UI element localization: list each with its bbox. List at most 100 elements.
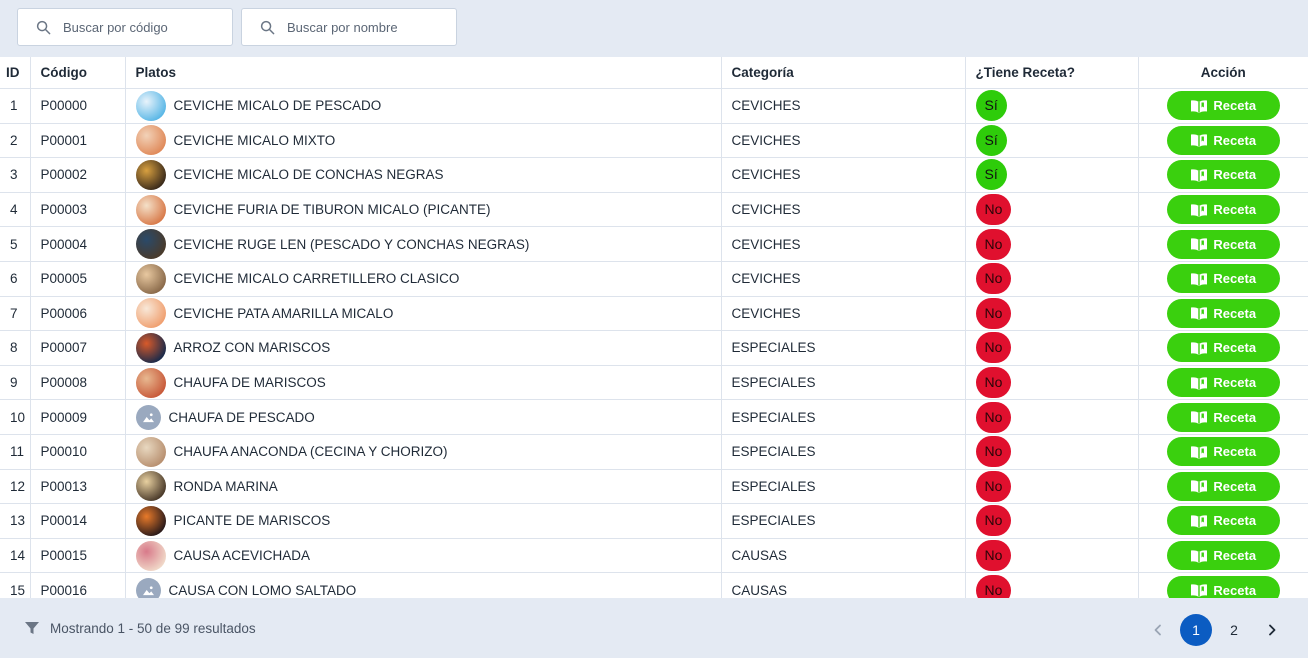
table-row[interactable]: 5 P00004 CEVICHE RUGE LEN (PESCADO Y CON… xyxy=(0,226,1308,262)
filter-icon[interactable] xyxy=(24,620,40,636)
recipe-button-label: Receta xyxy=(1213,236,1257,252)
recipe-button-label: Receta xyxy=(1213,167,1257,183)
recipe-button[interactable]: Receta xyxy=(1166,160,1280,190)
cell-category: CEVICHES xyxy=(721,261,966,297)
search-by-code-field[interactable] xyxy=(17,8,233,46)
cell-id: 6 xyxy=(0,261,31,297)
header-plato[interactable]: Platos xyxy=(125,57,722,89)
prev-page-button[interactable] xyxy=(1142,614,1174,646)
search-code-input[interactable] xyxy=(61,18,215,36)
cell-category: CEVICHES xyxy=(721,226,966,262)
cell-action: Receta xyxy=(1138,123,1308,159)
cell-category: ESPECIALES xyxy=(721,330,966,366)
table-header-row: ID Código Platos Categoría ¿Tiene Receta… xyxy=(0,57,1308,89)
table-row[interactable]: 15 P00016 CAUSA CON LOMO SALTADO CAUSAS … xyxy=(0,572,1308,598)
cell-category: CAUSAS xyxy=(721,572,966,598)
recipe-button-label: Receta xyxy=(1213,202,1257,218)
cell-category: ESPECIALES xyxy=(721,399,966,435)
table-row[interactable]: 6 P00005 CEVICHE MICALO CARRETILLERO CLA… xyxy=(0,261,1308,297)
cell-has-recipe: No xyxy=(965,261,1139,297)
recipe-button[interactable]: Receta xyxy=(1166,368,1280,398)
recipe-button[interactable]: Receta xyxy=(1166,298,1280,328)
cell-action: Receta xyxy=(1138,226,1308,262)
table-row[interactable]: 11 P00010 CHAUFA ANACONDA (CECINA Y CHOR… xyxy=(0,434,1308,470)
recipe-status-badge: No xyxy=(975,505,1012,537)
recipe-status-badge: Sí xyxy=(975,90,1007,122)
cell-has-recipe: No xyxy=(965,399,1139,435)
cell-category: CAUSAS xyxy=(721,538,966,574)
recipe-button[interactable]: Receta xyxy=(1166,91,1280,121)
book-open-icon xyxy=(1191,480,1208,494)
table-row[interactable]: 2 P00001 CEVICHE MICALO MIXTO CEVICHES S… xyxy=(0,123,1308,159)
cell-code: P00008 xyxy=(30,365,126,401)
table-row[interactable]: 14 P00015 CAUSA ACEVICHADA CAUSAS No Rec… xyxy=(0,538,1308,574)
recipe-button-label: Receta xyxy=(1213,548,1257,564)
search-name-input[interactable] xyxy=(285,18,439,36)
recipe-button[interactable]: Receta xyxy=(1166,506,1280,536)
recipe-button[interactable]: Receta xyxy=(1166,402,1280,432)
search-by-name-field[interactable] xyxy=(241,8,457,46)
cell-category: CEVICHES xyxy=(721,88,966,124)
recipe-button-label: Receta xyxy=(1213,478,1257,494)
cell-code: P00007 xyxy=(30,330,126,366)
cell-id: 13 xyxy=(0,503,31,539)
book-open-icon xyxy=(1191,273,1208,286)
header-code[interactable]: Código xyxy=(30,57,126,89)
recipe-status-badge: No xyxy=(975,436,1012,468)
page-button-2[interactable]: 2 xyxy=(1218,614,1250,646)
book-open-icon xyxy=(1191,134,1208,148)
dish-name: ARROZ CON MARISCOS xyxy=(173,340,331,356)
cell-category: ESPECIALES xyxy=(721,503,966,539)
recipe-button[interactable]: Receta xyxy=(1166,264,1280,294)
table-row[interactable]: 8 P00007 ARROZ CON MARISCOS ESPECIALES N… xyxy=(0,330,1308,366)
dish-thumbnail xyxy=(135,229,166,260)
table-row[interactable]: 10 P00009 CHAUFA DE PESCADO ESPECIALES N… xyxy=(0,399,1308,435)
recipe-button[interactable]: Receta xyxy=(1166,195,1280,225)
cell-code: P00006 xyxy=(30,296,126,332)
dish-name: CHAUFA DE PESCADO xyxy=(168,409,315,425)
page-button-1[interactable]: 1 xyxy=(1180,614,1212,646)
recipe-button[interactable]: Receta xyxy=(1166,541,1280,571)
table-row[interactable]: 9 P00008 CHAUFA DE MARISCOS ESPECIALES N… xyxy=(0,365,1308,401)
search-icon xyxy=(36,20,51,34)
cell-category: ESPECIALES xyxy=(721,365,966,401)
dish-name: CAUSA ACEVICHADA xyxy=(173,548,311,564)
recipe-button[interactable]: Receta xyxy=(1166,333,1280,363)
cell-action: Receta xyxy=(1138,88,1308,124)
table-row[interactable]: 13 P00014 PICANTE DE MARISCOS ESPECIALES… xyxy=(0,503,1308,539)
recipe-button-label: Receta xyxy=(1213,513,1257,529)
recipe-status-badge: No xyxy=(975,367,1012,399)
recipe-button[interactable]: Receta xyxy=(1166,437,1280,467)
cell-code: P00014 xyxy=(30,503,126,539)
cell-has-recipe: Sí xyxy=(965,123,1139,159)
recipe-button[interactable]: Receta xyxy=(1166,471,1280,501)
dishes-table-container[interactable]: ID Código Platos Categoría ¿Tiene Receta… xyxy=(0,57,1308,598)
table-row[interactable]: 12 P00013 RONDA MARINA ESPECIALES No Rec… xyxy=(0,469,1308,505)
recipe-button[interactable]: Receta xyxy=(1166,125,1280,155)
search-icon xyxy=(260,20,275,34)
table-row[interactable]: 1 P00000 CEVICHE MICALO DE PESCADO CEVIC… xyxy=(0,88,1308,124)
recipe-button[interactable]: Receta xyxy=(1166,575,1280,598)
next-page-button[interactable] xyxy=(1256,614,1288,646)
cell-has-recipe: Sí xyxy=(965,88,1139,124)
recipe-status-badge: No xyxy=(975,332,1012,364)
cell-action: Receta xyxy=(1138,261,1308,297)
cell-plato: CEVICHE PATA AMARILLA MICALO xyxy=(125,296,722,332)
header-category[interactable]: Categoría xyxy=(721,57,966,89)
header-has-recipe[interactable]: ¿Tiene Receta? xyxy=(965,57,1139,89)
cell-category: CEVICHES xyxy=(721,296,966,332)
table-row[interactable]: 4 P00003 CEVICHE FURIA DE TIBURON MICALO… xyxy=(0,192,1308,228)
cell-has-recipe: No xyxy=(965,434,1139,470)
cell-category: ESPECIALES xyxy=(721,434,966,470)
recipe-button[interactable]: Receta xyxy=(1166,229,1280,259)
cell-code: P00002 xyxy=(30,157,126,193)
recipe-status-badge: No xyxy=(975,540,1012,572)
book-open-icon xyxy=(1191,100,1208,113)
dish-name: CAUSA CON LOMO SALTADO xyxy=(168,582,357,598)
table-row[interactable]: 3 P00002 CEVICHE MICALO DE CONCHAS NEGRA… xyxy=(0,157,1308,193)
header-id[interactable]: ID xyxy=(0,57,31,89)
table-row[interactable]: 7 P00006 CEVICHE PATA AMARILLA MICALO CE… xyxy=(0,296,1308,332)
results-info: Mostrando 1 - 50 de 99 resultados xyxy=(24,620,256,636)
cell-has-recipe: No xyxy=(965,572,1139,598)
chevron-right-icon xyxy=(1269,624,1276,636)
